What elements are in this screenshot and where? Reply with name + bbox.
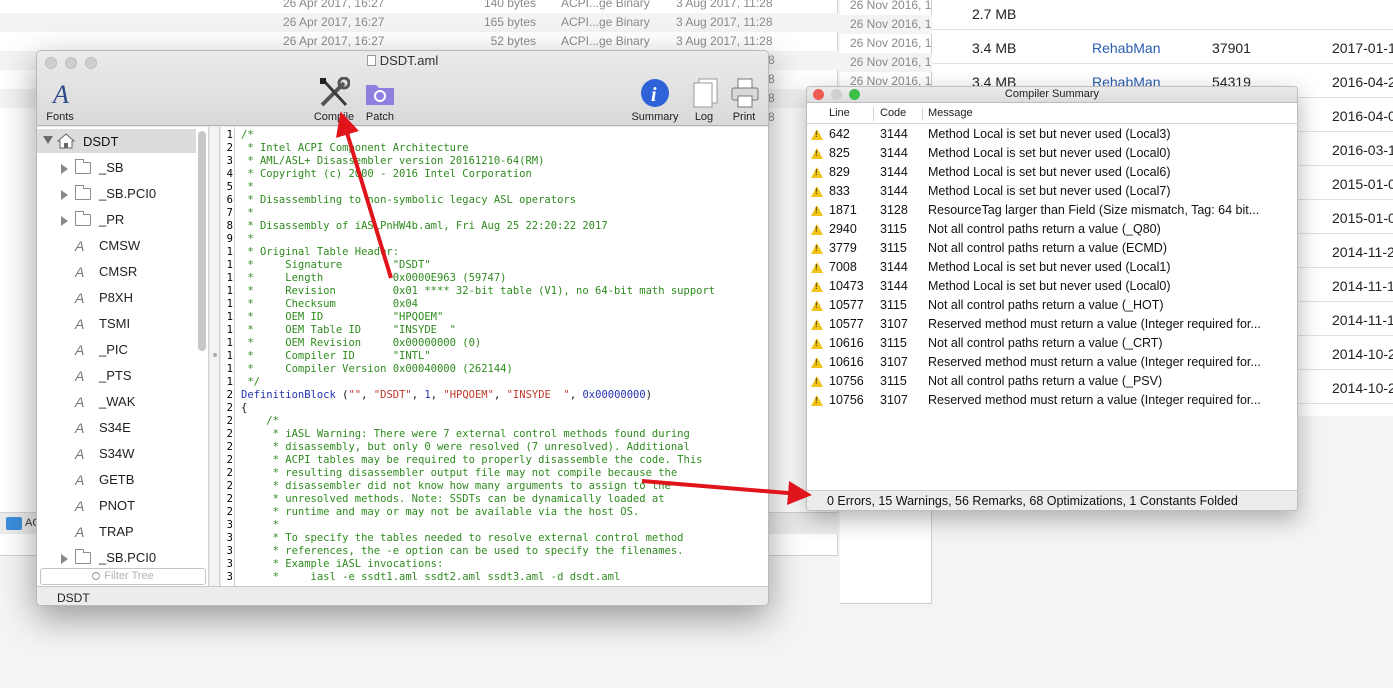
arrow-to-summary bbox=[641, 479, 812, 505]
arrow-to-compile bbox=[335, 111, 393, 279]
annotation-arrows bbox=[335, 111, 812, 505]
